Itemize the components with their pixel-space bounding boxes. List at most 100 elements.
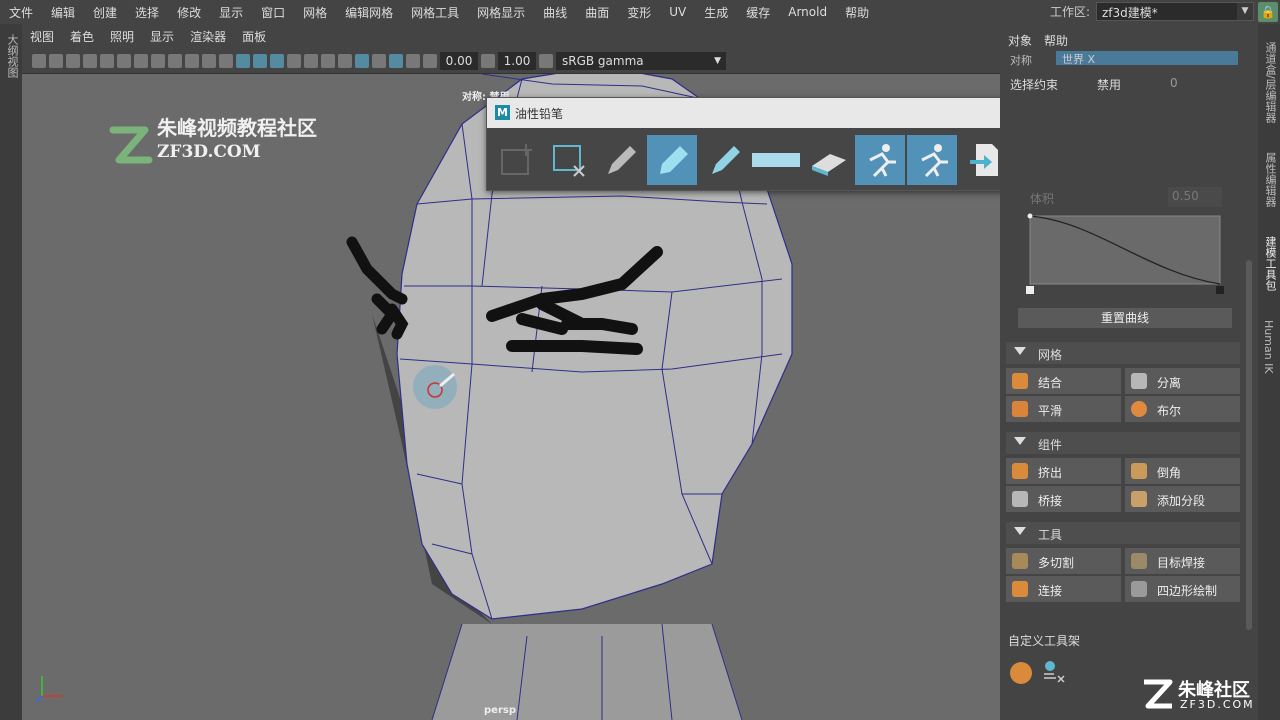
- resolution-gate-icon[interactable]: [134, 53, 148, 68]
- pencil-button[interactable]: [595, 135, 645, 185]
- menu-display[interactable]: 显示: [210, 4, 252, 21]
- shadows-icon[interactable]: [321, 53, 335, 68]
- menu-uv[interactable]: UV: [660, 5, 695, 19]
- ghost-previous-button[interactable]: [855, 135, 905, 185]
- smooth-button[interactable]: 平滑: [1006, 396, 1121, 422]
- falloff-radius-field[interactable]: 0.50: [1168, 187, 1222, 207]
- ghost-next-button[interactable]: [907, 135, 957, 185]
- menu-cache[interactable]: 缓存: [737, 4, 779, 21]
- workspace-dropdown[interactable]: zf3d建模* ▼: [1096, 2, 1254, 21]
- default-material-icon[interactable]: [270, 53, 284, 68]
- image-plane-icon[interactable]: [83, 53, 97, 68]
- panel-menu-panels[interactable]: 面板: [234, 28, 274, 45]
- tab-attribute-editor[interactable]: 属性编辑器: [1262, 152, 1278, 207]
- wireframe-on-shaded-icon[interactable]: [253, 53, 267, 68]
- ambient-occlusion-icon[interactable]: [338, 53, 352, 68]
- panel-menu-view[interactable]: 视图: [22, 28, 62, 45]
- add-frame-button[interactable]: [491, 135, 541, 185]
- smooth-shade-icon[interactable]: [236, 53, 250, 68]
- panel-menu-show[interactable]: 显示: [142, 28, 182, 45]
- bridge-button[interactable]: 桥接: [1006, 486, 1121, 512]
- falloff-curve-graph[interactable]: [1026, 212, 1228, 296]
- extrude-icon: [1012, 463, 1028, 479]
- menu-help[interactable]: 帮助: [836, 4, 878, 21]
- menu-deform[interactable]: 变形: [618, 4, 660, 21]
- target-weld-button[interactable]: 目标焊接: [1125, 548, 1240, 574]
- toolkit-menu-object[interactable]: 对象: [1008, 32, 1032, 49]
- tab-modeling-toolkit[interactable]: 建模工具包: [1262, 236, 1278, 291]
- film-gate-icon[interactable]: [117, 53, 131, 68]
- camera-attr-icon[interactable]: [49, 53, 63, 68]
- menu-create[interactable]: 创建: [84, 4, 126, 21]
- gamma-toggle-icon[interactable]: [481, 53, 495, 68]
- menu-edit-mesh[interactable]: 编辑网格: [336, 4, 402, 21]
- bevel-button[interactable]: 倒角: [1125, 458, 1240, 484]
- safe-action-icon[interactable]: [185, 53, 199, 68]
- reset-curve-button[interactable]: 重置曲线: [1018, 308, 1232, 328]
- gamma-field[interactable]: 1.00: [498, 51, 536, 70]
- menu-arnold[interactable]: Arnold: [779, 5, 836, 19]
- view-transform-dropdown[interactable]: sRGB gamma ▼: [556, 51, 726, 70]
- soft-pencil-button[interactable]: [699, 135, 749, 185]
- extrude-button[interactable]: 挤出: [1006, 458, 1121, 484]
- menu-edit[interactable]: 编辑: [42, 4, 84, 21]
- tab-human-ik[interactable]: Human IK: [1262, 320, 1275, 374]
- menu-file[interactable]: 文件: [0, 4, 42, 21]
- shelf-boolean-icon[interactable]: [1010, 662, 1032, 684]
- boolean-button[interactable]: 布尔: [1125, 396, 1240, 422]
- shelf-tool-icon[interactable]: [1042, 660, 1066, 684]
- camera-icon[interactable]: [32, 53, 46, 68]
- field-chart-icon[interactable]: [168, 53, 182, 68]
- delete-frame-button[interactable]: [543, 135, 593, 185]
- section-components-header[interactable]: 组件: [1006, 432, 1240, 454]
- gate-mask-icon[interactable]: [151, 53, 165, 68]
- symmetry-dropdown[interactable]: 世界 X: [1056, 51, 1238, 66]
- falloff-mode[interactable]: 体积: [1030, 190, 1054, 207]
- marker-button[interactable]: [647, 135, 697, 185]
- menu-mesh[interactable]: 网格: [294, 4, 336, 21]
- bookmark-icon[interactable]: [66, 53, 80, 68]
- menu-mesh-display[interactable]: 网格显示: [468, 4, 534, 21]
- section-mesh-header[interactable]: 网格: [1006, 342, 1240, 364]
- menu-mesh-tools[interactable]: 网格工具: [402, 4, 468, 21]
- menu-surfaces[interactable]: 曲面: [576, 4, 618, 21]
- tab-channel-box[interactable]: 通道盒/层编辑器: [1262, 42, 1278, 123]
- outliner-tab[interactable]: 大纲视图: [4, 34, 20, 78]
- combine-button[interactable]: 结合: [1006, 368, 1121, 394]
- grid-icon[interactable]: [100, 53, 114, 68]
- quad-draw-button[interactable]: 四边形绘制: [1125, 576, 1240, 602]
- textured-icon[interactable]: [287, 53, 301, 68]
- symmetry-label: 对称: [1010, 54, 1032, 67]
- highlighter-button[interactable]: [751, 135, 801, 185]
- select-constraint-dropdown[interactable]: 禁用: [1097, 76, 1121, 93]
- multi-cut-button[interactable]: 多切割: [1006, 548, 1121, 574]
- xray-icon[interactable]: [355, 53, 369, 68]
- xray-components-icon[interactable]: [389, 53, 403, 68]
- color-management-icon[interactable]: [539, 53, 553, 68]
- wireframe-icon[interactable]: [219, 53, 233, 68]
- connect-button[interactable]: 连接: [1006, 576, 1121, 602]
- exposure-field[interactable]: 0.00: [440, 51, 478, 70]
- panel-scrollbar[interactable]: [1244, 60, 1254, 630]
- menu-curves[interactable]: 曲线: [534, 4, 576, 21]
- menu-window[interactable]: 窗口: [252, 4, 294, 21]
- panel-menu-shading[interactable]: 着色: [62, 28, 102, 45]
- toolkit-menu-help[interactable]: 帮助: [1044, 32, 1068, 49]
- panel-menu-renderer[interactable]: 渲染器: [182, 28, 234, 45]
- menu-generate[interactable]: 生成: [695, 4, 737, 21]
- separate-button[interactable]: 分离: [1125, 368, 1240, 394]
- xray-joints-icon[interactable]: [372, 53, 386, 68]
- menu-modify[interactable]: 修改: [168, 4, 210, 21]
- menu-select[interactable]: 选择: [126, 4, 168, 21]
- isolate-select-icon[interactable]: [406, 53, 420, 68]
- section-tools-header[interactable]: 工具: [1006, 522, 1240, 544]
- add-divisions-button[interactable]: 添加分段: [1125, 486, 1240, 512]
- chevron-down-icon: ▼: [714, 55, 721, 66]
- lights-icon[interactable]: [304, 53, 318, 68]
- eraser-button[interactable]: [803, 135, 853, 185]
- gamma-icon[interactable]: [423, 53, 437, 68]
- lock-icon[interactable]: 🔒: [1258, 2, 1278, 22]
- safe-title-icon[interactable]: [202, 53, 216, 68]
- scrollbar-thumb[interactable]: [1246, 260, 1252, 630]
- panel-menu-lighting[interactable]: 照明: [102, 28, 142, 45]
